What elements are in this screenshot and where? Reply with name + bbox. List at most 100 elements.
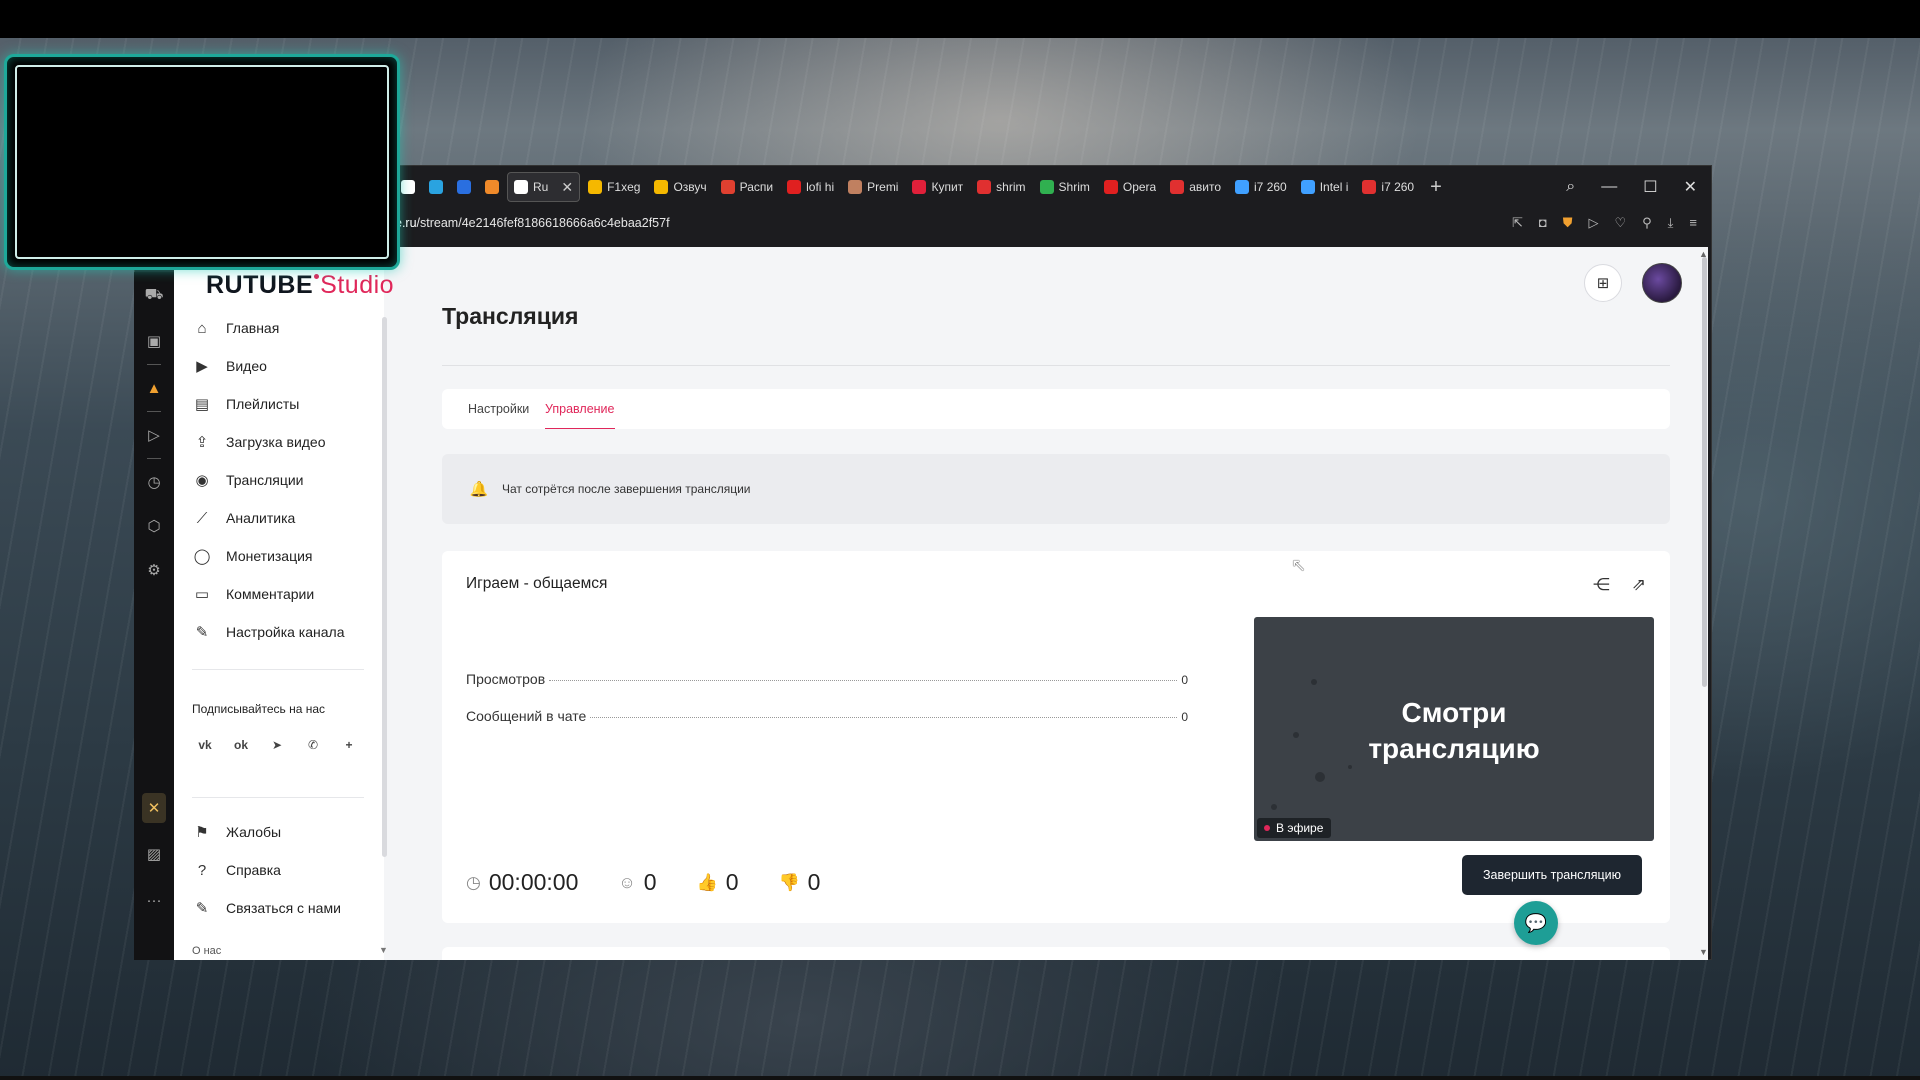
history-icon[interactable]: ◷ — [134, 467, 174, 497]
page-scroll-down-icon[interactable]: ▼ — [1699, 947, 1708, 957]
broadcast-icon: ◉ — [195, 472, 209, 489]
browser-tab[interactable] — [423, 172, 449, 202]
vk-icon[interactable]: vk — [192, 732, 218, 758]
share-page-icon[interactable]: ⇱ — [1512, 215, 1523, 231]
pinned-app-icon[interactable]: ✕ — [142, 793, 166, 823]
analytics-icon: ⟋ — [196, 509, 208, 527]
share-icon[interactable]: ⋲ — [1593, 575, 1610, 595]
stat-value: 0 — [1181, 673, 1188, 687]
sidebar-item[interactable]: ✎ Связаться с нами — [192, 889, 372, 927]
browser-tab[interactable]: shrim — [971, 172, 1031, 202]
search-icon[interactable]: ⌕ — [1566, 178, 1575, 196]
rail-divider — [147, 364, 161, 365]
browser-tab[interactable]: Shrim — [1034, 172, 1096, 202]
tab-title: Opera — [1122, 180, 1157, 194]
browser-tab[interactable]: авито — [1164, 172, 1227, 202]
sidebar-item-label: Главная — [226, 320, 280, 336]
tab-management[interactable]: Управление — [545, 389, 615, 429]
sidebar-item[interactable]: ⚑ Жалобы — [192, 813, 372, 851]
sidebar-item-label: Аналитика — [226, 510, 296, 526]
wallet-icon[interactable]: ▣ — [134, 326, 174, 356]
dzen-favicon — [654, 180, 669, 194]
browser-tab[interactable]: Ru ✕ — [507, 172, 581, 202]
sidebar: RUTUBE Studio ⌂ Главная ▶ Видео ▤ Плейлисты ⇪ За… — [174, 247, 394, 960]
live-dot-icon — [1264, 825, 1270, 831]
yandex-favicon — [977, 180, 992, 194]
aria-icon[interactable]: ▲ — [134, 373, 174, 403]
sidebar-item[interactable]: ▶ Видео — [192, 347, 372, 385]
close-icon[interactable]: ✕ — [1684, 177, 1697, 197]
minimize-icon[interactable]: — — [1601, 178, 1617, 196]
sidebar-item[interactable]: ⇪ Загрузка видео — [192, 423, 372, 461]
browser-tab[interactable]: i7 260 — [1229, 172, 1293, 202]
send-icon[interactable]: ▷ — [1588, 215, 1598, 231]
settings-gear-icon[interactable]: ⚙ — [134, 555, 174, 585]
flag-icon: ⚑ — [195, 824, 209, 841]
add-content-button[interactable]: ⊞ — [1584, 264, 1622, 302]
sidebar-item[interactable]: ◉ Трансляции — [192, 461, 372, 499]
viber-icon[interactable]: ✆ — [300, 732, 326, 758]
yandex-favicon — [1362, 180, 1377, 194]
browser-tab[interactable]: Intel i — [1295, 172, 1355, 202]
more-icon[interactable]: ··· — [134, 885, 174, 915]
browser-tab[interactable]: F1xeg — [582, 172, 646, 202]
stream-card: Играем - общаемся ⋲ ⇗ Просмотров 0 Сообщ… — [442, 551, 1670, 923]
sidebar-item[interactable]: ▭ Комментарии — [192, 575, 372, 613]
browser-tab[interactable]: Opera — [1098, 172, 1162, 202]
follow-label: Подписывайтесь на нас — [192, 702, 326, 716]
browser-tab[interactable]: Купит — [906, 172, 969, 202]
shield-icon[interactable]: ⛊ — [1563, 215, 1573, 231]
address-bar[interactable]: e.ru/stream/4e2146fef8186618666a6c4ebaa2… — [395, 210, 1711, 236]
sidebar-item[interactable]: ▤ Плейлисты — [192, 385, 372, 423]
browser-tab[interactable]: Premi — [842, 172, 904, 202]
sidebar-item[interactable]: ✎ Настройка канала — [192, 613, 372, 651]
sidebar-item-label: Монетизация — [226, 548, 313, 564]
browser-tab[interactable]: i7 260 — [1356, 172, 1420, 202]
help-icon: ? — [197, 861, 207, 879]
avatar[interactable] — [1642, 263, 1682, 303]
url-text[interactable]: e.ru/stream/4e2146fef8186618666a6c4ebaa2… — [395, 216, 670, 230]
sidebar-item[interactable]: ⌂ Главная — [192, 309, 372, 347]
browser-tab[interactable]: lofi hi — [781, 172, 840, 202]
telegram-favicon — [429, 180, 443, 194]
live-badge: В эфире — [1257, 818, 1332, 838]
maximize-icon[interactable]: ☐ — [1643, 177, 1657, 197]
profile-icon[interactable]: ⚲ — [1642, 215, 1652, 231]
browser-tab[interactable]: Озвуч — [648, 172, 712, 202]
gallery-icon[interactable]: ▨ — [134, 839, 174, 869]
menu-icon[interactable]: ≡ — [1689, 215, 1697, 231]
about-link[interactable]: О нас — [192, 945, 221, 957]
telegram-icon[interactable]: ➤ — [264, 732, 290, 758]
external-link-icon[interactable]: ⇗ — [1632, 575, 1646, 595]
sidebar-item[interactable]: ⟋ Аналитика — [192, 499, 372, 537]
plus-icon[interactable]: + — [336, 732, 362, 758]
camera-icon[interactable]: ◘ — [1539, 215, 1547, 231]
browser-tab[interactable]: Распи — [715, 172, 779, 202]
sidebar-item[interactable]: ? Справка — [192, 851, 372, 889]
tabs-bar: Настройки Управление — [442, 389, 1670, 429]
player-icon[interactable]: ▷ — [134, 420, 174, 450]
page-scrollbar[interactable] — [1702, 257, 1707, 687]
tab-title: авито — [1189, 180, 1222, 194]
plus-square-icon: ⊞ — [1596, 275, 1610, 292]
rutube-studio-logo[interactable]: RUTUBE Studio — [206, 271, 394, 300]
bag-icon[interactable]: ⛟ — [134, 280, 174, 310]
download-icon[interactable]: ⤓ — [1668, 215, 1674, 231]
tab-title: F1xeg — [607, 180, 641, 194]
upload-icon: ⇪ — [195, 434, 209, 451]
ok-icon[interactable]: ok — [228, 732, 254, 758]
stream-card-actions: ⋲ ⇗ — [1593, 575, 1646, 595]
tab-settings[interactable]: Настройки — [468, 389, 529, 429]
support-chat-button[interactable]: 💬 — [1514, 901, 1558, 945]
browser-tab[interactable] — [451, 172, 477, 202]
end-stream-button[interactable]: Завершить трансляцию — [1462, 855, 1642, 895]
sidebar-item-label: Связаться с нами — [226, 900, 341, 916]
new-tab-button[interactable]: + — [1420, 176, 1452, 199]
next-card — [442, 947, 1670, 960]
box-icon[interactable]: ⬡ — [134, 511, 174, 541]
heart-icon[interactable]: ♡ — [1614, 215, 1626, 231]
browser-tab[interactable] — [479, 172, 505, 202]
tab-close-icon[interactable]: ✕ — [561, 179, 573, 196]
sidebar-item[interactable]: ◯ Монетизация — [192, 537, 372, 575]
stream-preview[interactable]: Смотри трансляцию В эфире — [1254, 617, 1654, 841]
